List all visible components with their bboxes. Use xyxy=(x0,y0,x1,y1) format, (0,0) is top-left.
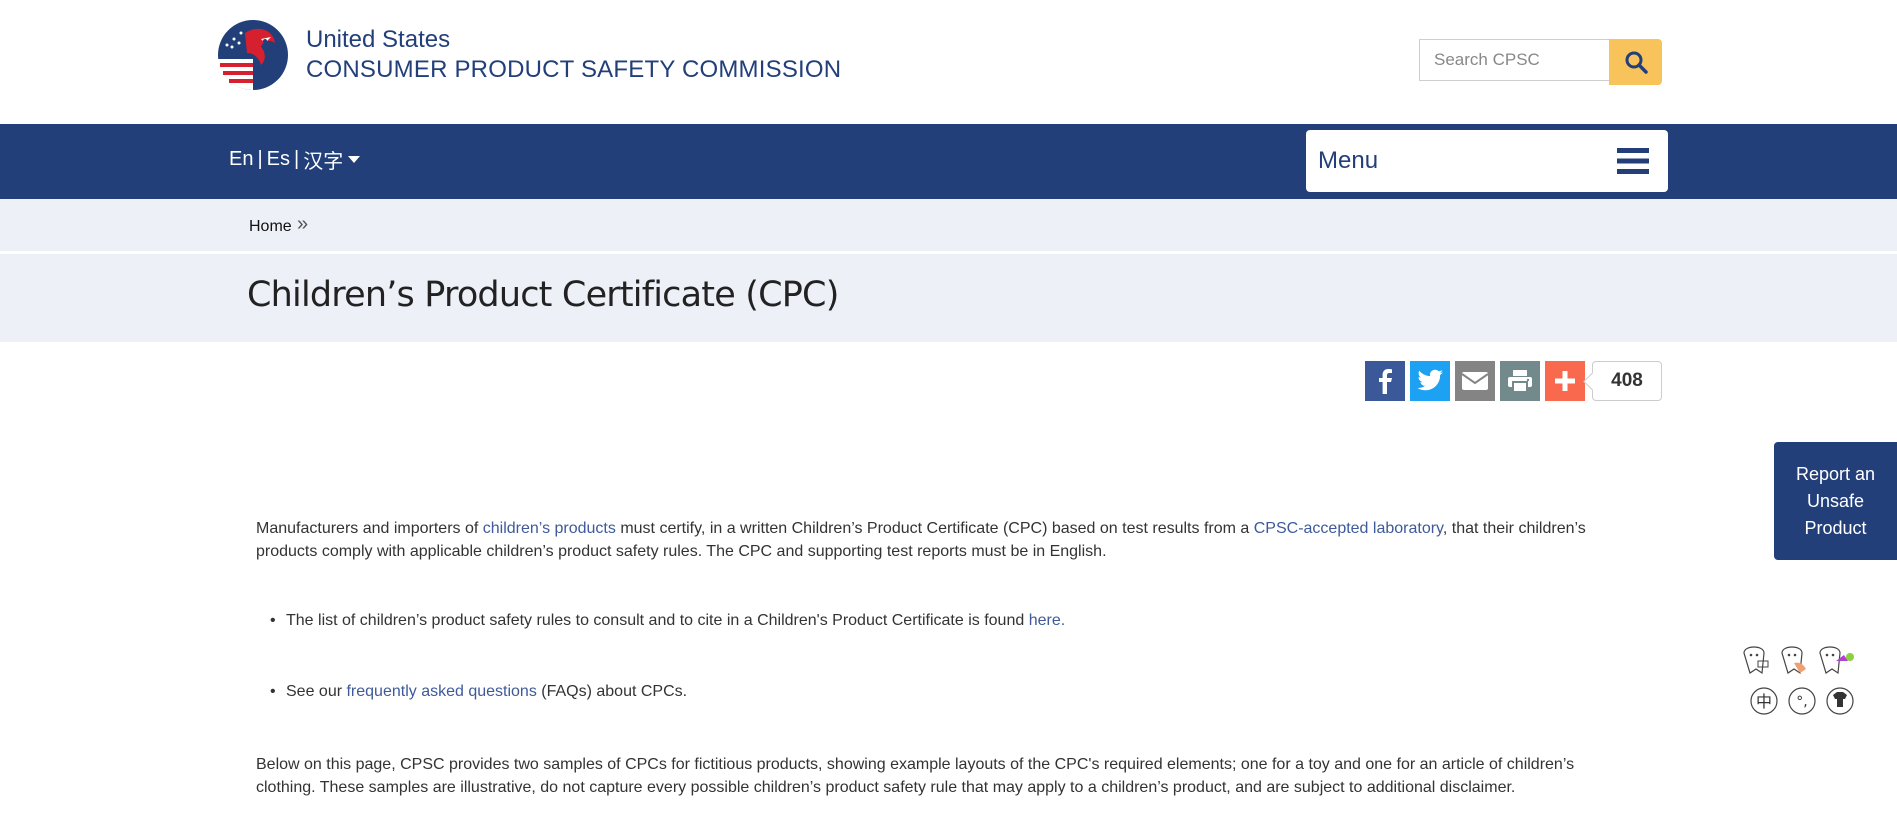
intro-text-b: must certify, in a written Children’s Pr… xyxy=(615,520,1254,537)
brand-name-bottom[interactable]: CONSUMER PRODUCT SAFETY COMMISSION xyxy=(306,56,841,84)
bullet-2-text-b: (FAQs) about CPCs. xyxy=(536,683,688,700)
print-button[interactable] xyxy=(1500,361,1540,401)
list-item: See our frequently asked questions (FAQs… xyxy=(270,683,688,701)
accepted-laboratory-link[interactable]: CPSC-accepted laboratory xyxy=(1254,520,1443,537)
print-icon xyxy=(1508,370,1532,393)
plus-icon xyxy=(1555,371,1575,391)
bullet-1-text: The list of children’s product safety ru… xyxy=(286,612,1029,629)
twitter-icon xyxy=(1417,369,1443,391)
svg-text:中: 中 xyxy=(1756,692,1772,711)
menu-button[interactable]: Menu xyxy=(1306,130,1668,192)
more-share-button[interactable] xyxy=(1545,361,1585,401)
share-count: 408 xyxy=(1592,361,1662,401)
twitter-share-button[interactable] xyxy=(1410,361,1450,401)
site-header: United States CONSUMER PRODUCT SAFETY CO… xyxy=(0,0,1897,124)
faq-link[interactable]: frequently asked questions xyxy=(346,683,536,700)
lang-zh-link[interactable]: 汉字 xyxy=(303,145,343,174)
list-item: The list of children’s product safety ru… xyxy=(270,612,1065,630)
facebook-share-button[interactable] xyxy=(1365,361,1405,401)
search-input[interactable] xyxy=(1419,39,1609,81)
page-title: Children’s Product Certificate (CPC) xyxy=(247,275,839,315)
lang-divider: | xyxy=(257,148,263,170)
brand-name-top[interactable]: United States xyxy=(306,26,450,54)
menu-label: Menu xyxy=(1318,147,1379,174)
intro-text-a: Manufacturers and importers of xyxy=(256,520,483,537)
report-line-3: Product xyxy=(1804,518,1867,538)
language-switcher: En | Es | 汉字 xyxy=(229,145,361,174)
accessibility-mascot-icon[interactable]: 中 °, xyxy=(1740,643,1875,718)
svg-text:°,: °, xyxy=(1796,694,1807,710)
email-share-button[interactable] xyxy=(1455,361,1495,401)
lang-en-link[interactable]: En xyxy=(229,148,253,171)
bullet-2-text-a: See our xyxy=(286,683,347,700)
lang-divider: | xyxy=(294,148,300,170)
search-icon xyxy=(1625,51,1648,74)
safety-rules-here-link[interactable]: here. xyxy=(1029,612,1065,629)
report-line-2: Unsafe xyxy=(1806,491,1865,511)
childrens-products-link[interactable]: children’s products xyxy=(483,520,616,537)
caret-down-icon[interactable] xyxy=(347,155,361,165)
samples-paragraph: Below on this page, CPSC provides two sa… xyxy=(256,756,1575,796)
breadcrumb-home-link[interactable]: Home xyxy=(249,218,292,236)
report-unsafe-product-button[interactable]: Report an Unsafe Product xyxy=(1774,442,1897,560)
cpsc-logo-icon[interactable] xyxy=(217,19,289,91)
lang-es-link[interactable]: Es xyxy=(267,148,290,171)
facebook-icon xyxy=(1379,369,1392,394)
report-line-1: Report an xyxy=(1795,464,1876,484)
intro-paragraph: Manufacturers and importers of children’… xyxy=(256,517,1616,563)
search-button[interactable] xyxy=(1609,39,1662,85)
hamburger-icon xyxy=(1617,148,1649,174)
email-icon xyxy=(1461,372,1489,390)
breadcrumb-separator: » xyxy=(297,213,309,235)
